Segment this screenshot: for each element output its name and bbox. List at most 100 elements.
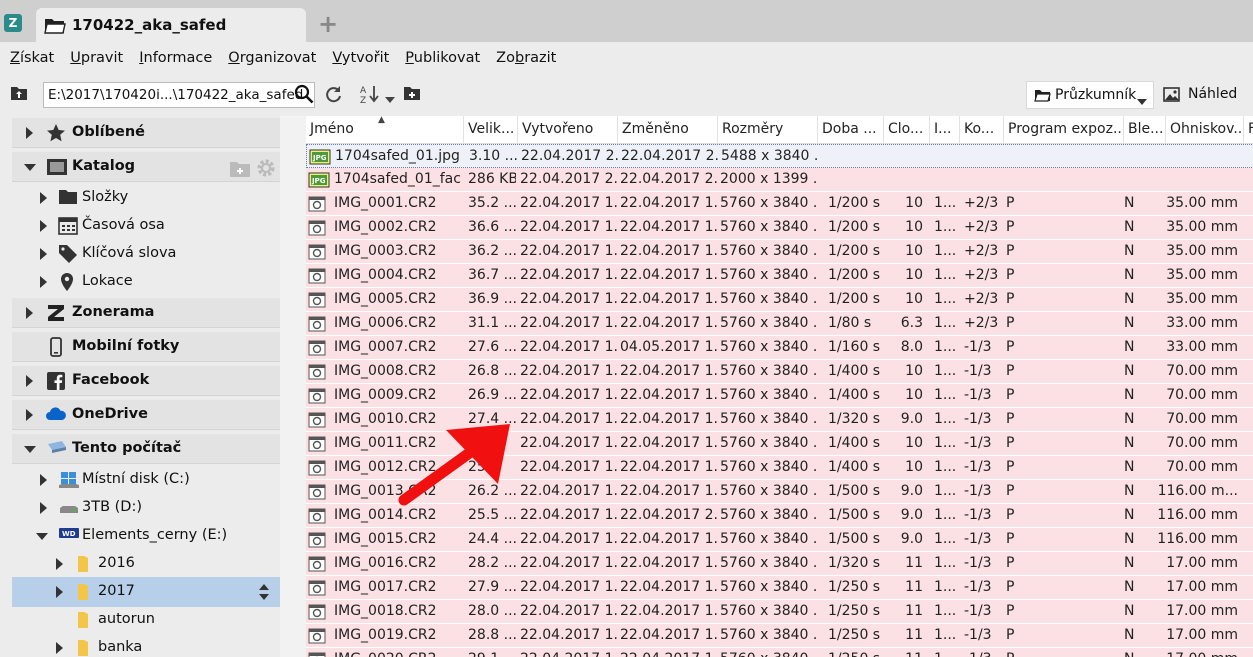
chevron-right-icon[interactable] [56,642,63,654]
sidebar-item-zonerama[interactable]: Zonerama [12,298,280,328]
menu-item-0[interactable]: Získat [10,50,54,66]
column-header-10[interactable]: Ble... [1124,116,1166,144]
preview-button[interactable]: Náhled [1163,86,1237,106]
sidebar-item-2017[interactable]: 2017 [12,577,280,607]
table-row[interactable]: JPG 1704safed_01.jpg 3.10 ... 22.04.2017 2.… [306,144,1253,168]
table-row[interactable]: IMG_0019.CR2 28.8 ... 22.04.2017 1... 22.04… [306,624,1253,648]
new-tab-button[interactable]: + [318,10,338,38]
table-row[interactable]: IMG_0015.CR2 24.4 ... 22.04.2017 1... 22.04… [306,528,1253,552]
sidebar-item-banka[interactable]: banka [12,633,280,657]
column-header-1[interactable]: Velik... [464,116,518,144]
gear-icon[interactable] [256,159,276,182]
path-input[interactable]: E:\2017\170420i...\170422_aka_safed [43,82,315,108]
menu-item-3[interactable]: Organizovat [228,50,316,66]
chevron-down-icon[interactable] [36,533,48,540]
chevron-right-icon[interactable] [40,248,47,260]
sidebar-item-disk-d[interactable]: 3TB (D:) [12,493,280,523]
table-row[interactable]: IMG_0017.CR2 27.9 ... 22.04.2017 1... 22.04… [306,576,1253,600]
catalog-icon [46,157,68,181]
table-row[interactable]: IMG_0009.CR2 26.9 ... 22.04.2017 1... 22.04… [306,384,1253,408]
tab-active[interactable]: 170422_aka_safed [36,8,306,42]
sidebar-item-disk-c[interactable]: Místní disk (C:) [12,465,280,495]
column-header-4[interactable]: Rozměry [718,116,818,144]
chevron-right-icon[interactable] [40,276,47,288]
table-row[interactable]: IMG_0001.CR2 35.2 ... 22.04.2017 1... 22.04… [306,192,1253,216]
menu-item-5[interactable]: Publikovat [405,50,480,66]
sort-icon[interactable]: AZ [360,84,382,108]
chevron-down-icon[interactable] [385,91,395,107]
table-row[interactable]: IMG_0016.CR2 28.2 ... 22.04.2017 1... 22.04… [306,552,1253,576]
chevron-right-icon[interactable] [56,558,63,570]
menu-label-part: ytvořit [341,50,390,66]
column-header-6[interactable]: Clo... [884,116,930,144]
sidebar-item-label: Facebook [72,372,150,388]
chevron-right-icon[interactable] [56,586,63,598]
chevron-right-icon[interactable] [40,474,47,486]
chevron-right-icon[interactable] [26,127,33,139]
panel-splitter[interactable] [280,116,306,657]
table-row[interactable]: IMG_0002.CR2 36.6 ... 22.04.2017 1... 22.04… [306,216,1253,240]
table-row[interactable]: IMG_0008.CR2 26.8 ... 22.04.2017 1... 22.04… [306,360,1253,384]
table-row[interactable]: IMG_0007.CR2 27.6 ... 22.04.2017 1... 04.05… [306,336,1253,360]
column-header-7[interactable]: I... [930,116,960,144]
chevron-right-icon[interactable] [26,307,33,319]
chevron-right-icon[interactable] [26,375,33,387]
chevron-right-icon[interactable] [26,409,33,421]
column-header-9[interactable]: Program expoz... [1004,116,1124,144]
column-header-5[interactable]: Doba ... [818,116,884,144]
sidebar-item-locations[interactable]: Lokace [12,267,280,297]
cell-size: 26.8 ... [468,363,516,379]
sidebar-item-keywords[interactable]: Klíčová slova [12,239,280,269]
sidebar-item-favorites[interactable]: Oblíbené [12,118,280,148]
table-row[interactable]: IMG_0020.CR2 29.1 ... 22.04.2017 1...22.04… [306,648,1253,657]
menu-item-1[interactable]: Upravit [70,50,123,66]
sidebar-item-folders[interactable]: Složky [12,183,280,213]
sidebar-item-catalog[interactable]: Katalog [12,152,280,182]
cell-name: IMG_0004.CR2 [334,267,437,283]
sidebar-item-timeline[interactable]: Časová osa [12,211,280,241]
table-row[interactable]: IMG_0004.CR2 36.7 ... 22.04.2017 1... 22.04… [306,264,1253,288]
column-header-11[interactable]: Ohniskov... [1166,116,1244,144]
sidebar-item-this-pc[interactable]: Tento počítač [12,434,280,464]
sidebar-item-mobile[interactable]: Mobilní fotky [12,332,280,362]
table-row[interactable]: IMG_0006.CR2 31.1 ... 22.04.2017 1... 22.04… [306,312,1253,336]
column-header-8[interactable]: Ko... [960,116,1004,144]
chevron-down-icon[interactable] [24,446,36,453]
table-row[interactable]: IMG_0018.CR2 28.0 ... 22.04.2017 1... 22.04… [306,600,1253,624]
app-logo-icon[interactable]: Z [4,14,22,32]
cell-created: 22.04.2017 2... [521,148,619,164]
menu-item-4[interactable]: Vytvořit [332,50,389,66]
folder-up-icon[interactable] [10,86,28,105]
chevron-down-icon[interactable] [24,164,36,171]
sidebar-item-label: 2017 [98,583,135,599]
cell-program: P [1006,531,1015,547]
column-header-3[interactable]: Změněno [618,116,718,144]
cell-created: 22.04.2017 1... [520,411,618,427]
reorder-handle-icon[interactable] [258,583,270,605]
menu-item-6[interactable]: Zobrazit [496,50,556,66]
refresh-icon[interactable] [324,85,343,108]
menu-item-2[interactable]: Informace [139,50,212,66]
column-header-12[interactable]: F [1244,116,1253,144]
column-header-0[interactable]: Jméno [306,116,464,144]
chevron-right-icon[interactable] [40,502,47,514]
cell-exposure: 1/80 s [828,315,872,331]
chevron-right-icon[interactable] [40,220,47,232]
sidebar-item-disk-e[interactable]: WD Elements_cerny (E:) [12,521,280,551]
table-row[interactable]: IMG_0005.CR2 36.9 ... 22.04.2017 1... 22.04… [306,288,1253,312]
sidebar-item-autorun[interactable]: autorun [12,605,280,635]
view-mode-select[interactable]: Průzkumník [1026,81,1154,109]
cell-program: P [1006,411,1015,427]
cell-name: IMG_0007.CR2 [334,339,437,355]
sidebar-item-2016[interactable]: 2016 [12,549,280,579]
new-folder-icon[interactable] [403,86,421,105]
sidebar-item-onedrive[interactable]: OneDrive [12,400,280,430]
table-row[interactable]: JPG 1704safed_01_fac... 286 KB 22.04.2017 2… [306,168,1253,192]
search-icon[interactable] [294,84,314,108]
column-header-2[interactable]: Vytvořeno [518,116,618,144]
cell-dims: 5760 x 3840 ... [720,219,818,235]
sidebar-item-facebook[interactable]: Facebook [12,366,280,396]
table-row[interactable]: IMG_0003.CR2 36.2 ... 22.04.2017 1... 22.04… [306,240,1253,264]
chevron-right-icon[interactable] [40,192,47,204]
add-folder-icon[interactable] [229,162,251,182]
